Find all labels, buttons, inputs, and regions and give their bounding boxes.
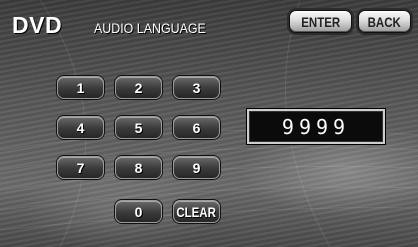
- keypad-key-2[interactable]: 2: [115, 76, 162, 99]
- keypad-key-0[interactable]: 0: [115, 200, 162, 223]
- keypad-key-label: 2: [134, 79, 143, 96]
- keypad-key-9[interactable]: 9: [173, 156, 220, 179]
- keypad-key-label: 9: [192, 159, 201, 176]
- keypad-key-5[interactable]: 5: [115, 116, 162, 139]
- keypad-key-label: 7: [76, 159, 85, 176]
- keypad-key-6[interactable]: 6: [173, 116, 220, 139]
- keypad-key-label: 3: [192, 79, 201, 96]
- keypad-key-label: 8: [134, 159, 143, 176]
- keypad-key-4[interactable]: 4: [57, 116, 104, 139]
- back-button[interactable]: BACK: [358, 10, 411, 33]
- page-title: AUDIO LANGUAGE: [94, 21, 206, 36]
- keypad-key-label: 5: [134, 119, 143, 136]
- keypad-key-label: 6: [192, 119, 201, 136]
- keypad-key-1[interactable]: 1: [57, 76, 104, 99]
- keypad-key-8[interactable]: 8: [115, 156, 162, 179]
- enter-button[interactable]: ENTER: [289, 10, 352, 33]
- enter-button-label: ENTER: [301, 13, 340, 30]
- keypad-key-7[interactable]: 7: [57, 156, 104, 179]
- clear-button[interactable]: CLEAR: [173, 200, 220, 223]
- entered-code: 9999: [281, 114, 351, 139]
- code-entry-display: 9999: [247, 109, 385, 144]
- keypad-key-label: 4: [76, 119, 85, 136]
- back-button-label: BACK: [367, 13, 402, 30]
- source-title: DVD: [12, 12, 63, 38]
- keypad-key-label: 1: [76, 79, 85, 96]
- keypad-key-3[interactable]: 3: [173, 76, 220, 99]
- dvd-audio-language-screen: DVD AUDIO LANGUAGE ENTER BACK 1 2 3 4 5 …: [0, 0, 418, 247]
- keypad-key-label: 0: [134, 203, 143, 220]
- clear-button-label: CLEAR: [176, 203, 217, 220]
